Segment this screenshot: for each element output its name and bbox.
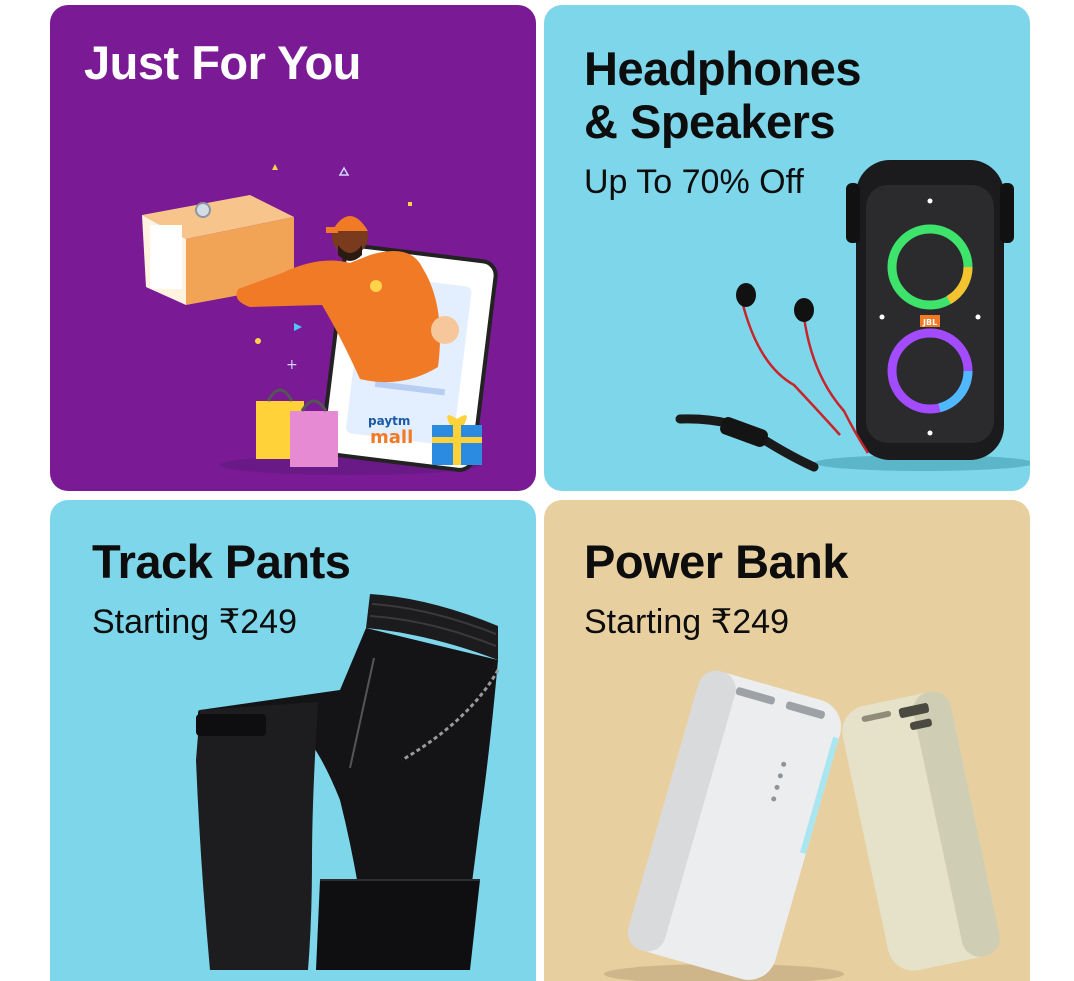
- power-bank-card[interactable]: Power Bank Starting ₹249: [544, 500, 1030, 981]
- just-for-you-card[interactable]: Just For You + paytm mall: [50, 5, 536, 491]
- mall-logo-text: mall: [370, 427, 413, 448]
- track-pants-card[interactable]: Track Pants Starting ₹249: [50, 500, 536, 981]
- headphones-speakers-card[interactable]: Headphones & Speakers Up To 70% Off JBL: [544, 5, 1030, 491]
- paytm-mall-delivery-illustration: + paytm mall: [142, 164, 498, 475]
- track-pants-image: [196, 594, 500, 970]
- speaker-brand-logo: JBL: [922, 318, 937, 327]
- speaker-and-earphones-image: JBL: [675, 160, 1030, 472]
- power-bank-image: [604, 670, 1000, 981]
- svg-text:+: +: [286, 357, 298, 373]
- paytm-logo-text: paytm: [368, 414, 410, 428]
